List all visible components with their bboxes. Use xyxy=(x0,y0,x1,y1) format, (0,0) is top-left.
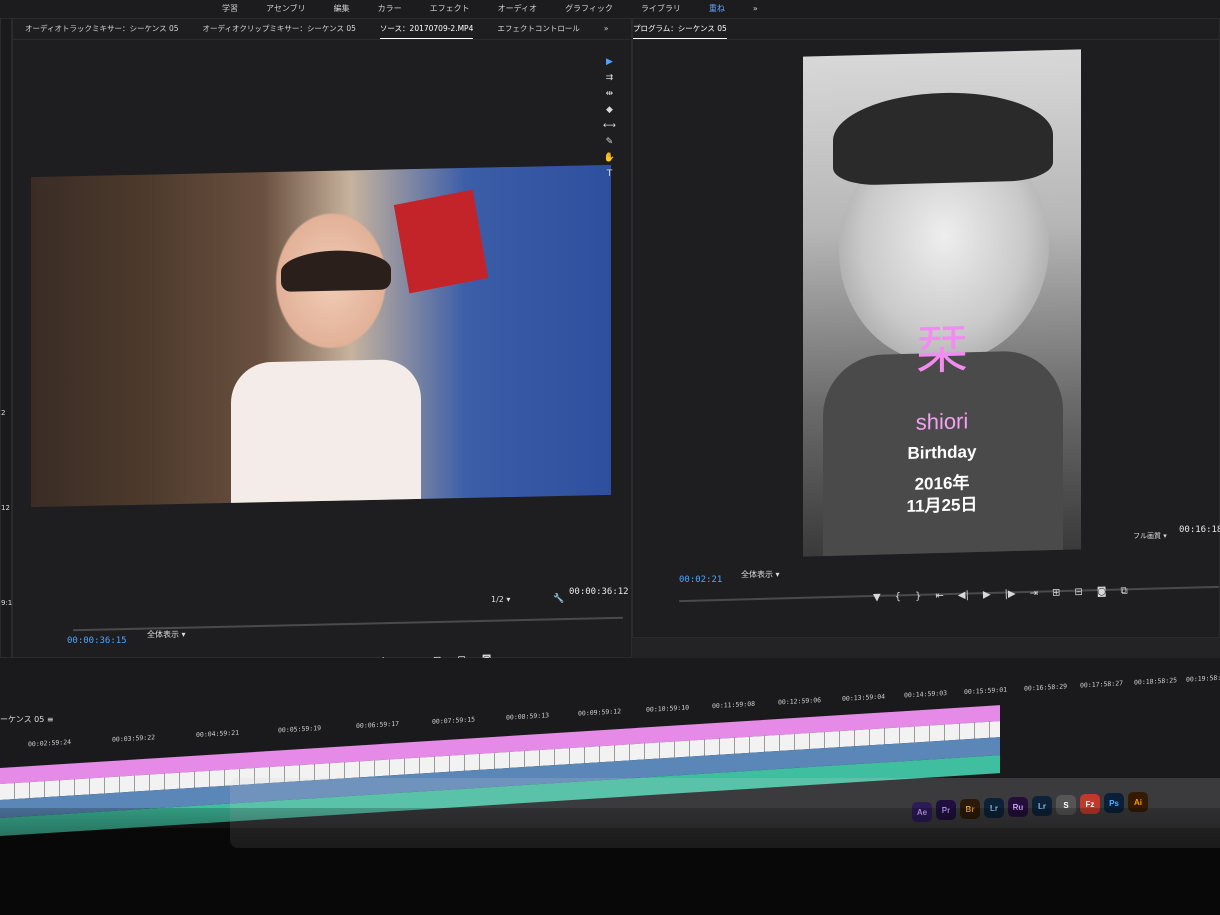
ripple-edit-tool-icon[interactable]: ⇹ xyxy=(606,89,614,99)
ruler-label: 00:17:58:27 xyxy=(1080,679,1124,690)
project-count: 12 xyxy=(1,504,10,512)
workspace-graphics[interactable]: グラフィック xyxy=(565,0,613,18)
workspace-learn[interactable]: 学習 xyxy=(222,0,238,18)
ruler-label: 00:18:58:25 xyxy=(1134,676,1178,687)
ruler-label: 00:16:58:29 xyxy=(1024,682,1068,693)
step-forward-icon[interactable]: |▶ xyxy=(1004,589,1015,600)
after-effects-icon[interactable]: Ae xyxy=(912,802,932,822)
extract-icon[interactable]: ⊟ xyxy=(1074,587,1083,598)
play-icon[interactable]: ▶ xyxy=(983,589,991,600)
panel-more-button[interactable]: » xyxy=(604,19,609,39)
go-to-in-icon[interactable]: ⇤ xyxy=(935,590,944,601)
program-duration-timecode: 00:16:18 xyxy=(1179,525,1220,535)
go-to-out-icon[interactable]: ⇥ xyxy=(1030,588,1039,599)
tools-panel: ▶ ⇉ ⇹ ◆ ⟷ ✎ ✋ T xyxy=(603,57,616,179)
program-resolution-select[interactable]: フル画質 ▾ xyxy=(1133,531,1167,541)
program-monitor-panel: プログラム：シーケンス 05 栞 shiori Birthday 2016年 1… xyxy=(632,18,1220,638)
add-marker-icon[interactable]: ▼ xyxy=(873,592,881,603)
illustrator-icon[interactable]: Ai xyxy=(1128,792,1148,812)
hand-tool-icon[interactable]: ✋ xyxy=(604,153,615,163)
source-zoom-select[interactable]: 全体表示 ▾ xyxy=(147,629,186,640)
track-select-tool-icon[interactable]: ⇉ xyxy=(606,73,614,83)
lift-icon[interactable]: ⊞ xyxy=(1052,587,1061,598)
workspace-assembly[interactable]: アセンブリ xyxy=(266,0,306,18)
tab-source[interactable]: ソース：20170709-2.MP4 xyxy=(379,19,474,39)
program-panel-tabs: プログラム：シーケンス 05 xyxy=(633,19,1219,40)
filezilla-icon[interactable]: Fz xyxy=(1080,794,1100,814)
source-current-timecode[interactable]: 00:00:36:15 xyxy=(67,636,127,646)
type-tool-icon[interactable]: T xyxy=(607,169,613,179)
red-object xyxy=(393,189,489,294)
lightroom-classic-icon[interactable]: Lr xyxy=(1032,796,1052,816)
workspace-libraries[interactable]: ライブラリ xyxy=(641,0,681,18)
tab-audio-track-mixer[interactable]: オーディオトラックミキサー：シーケンス 05 xyxy=(25,19,179,39)
workspace-effects[interactable]: エフェクト xyxy=(430,0,470,18)
source-monitor-panel: オーディオトラックミキサー：シーケンス 05 オーディオクリップミキサー：シーケ… xyxy=(12,18,632,671)
screen-photo: 学習 アセンブリ 編集 カラー エフェクト オーディオ グラフィック ライブラリ… xyxy=(0,0,1220,915)
tab-audio-clip-mixer[interactable]: オーディオクリップミキサー：シーケンス 05 xyxy=(203,19,356,39)
tab-program[interactable]: プログラム：シーケンス 05 xyxy=(633,19,727,39)
project-count: 2 xyxy=(1,409,6,417)
baby-hair-bw xyxy=(833,90,1053,186)
workspace-active[interactable]: 重ね xyxy=(709,0,725,18)
program-current-timecode[interactable]: 00:02:21 xyxy=(679,575,722,585)
ruler-label: 00:19:58:24 xyxy=(1186,673,1220,684)
photoshop-icon[interactable]: Ps xyxy=(1104,793,1124,813)
shapes-icon[interactable]: S xyxy=(1056,795,1076,815)
source-duration-timecode: 00:00:36:12 xyxy=(569,587,629,597)
slip-tool-icon[interactable]: ⟷ xyxy=(603,121,616,131)
mark-in-icon[interactable]: { xyxy=(895,592,902,603)
project-panel-edge: 2 12 9:15 xyxy=(0,18,17,658)
workspace-color[interactable]: カラー xyxy=(378,0,402,18)
macos-dock: Ae Pr Br Lr Ru Lr S Fz Ps Ai xyxy=(230,778,1220,848)
title-kanji: 栞 xyxy=(915,321,968,381)
selection-tool-icon[interactable]: ▶ xyxy=(606,57,613,67)
tab-effect-controls[interactable]: エフェクトコントロール xyxy=(497,19,580,39)
workspace-edit[interactable]: 編集 xyxy=(334,0,350,18)
mark-out-icon[interactable]: } xyxy=(915,591,922,602)
workspace-audio[interactable]: オーディオ xyxy=(498,0,537,18)
source-video-frame xyxy=(31,164,611,508)
premiere-icon[interactable]: Pr xyxy=(936,800,956,820)
rush-icon[interactable]: Ru xyxy=(1008,797,1028,817)
baby-dress xyxy=(231,358,421,508)
workspace-more-button[interactable]: » xyxy=(753,0,758,18)
source-settings-icon[interactable]: 🔧 xyxy=(553,594,564,604)
source-panel-tabs: オーディオトラックミキサー：シーケンス 05 オーディオクリップミキサー：シーケ… xyxy=(13,19,631,40)
premiere-window: 2 12 9:15 オーディオトラックミキサー：シーケンス 05 オーディオクリ… xyxy=(0,18,1220,836)
program-zoom-select[interactable]: 全体表示 ▾ xyxy=(741,569,780,580)
source-resolution-select[interactable]: 1/2 ▾ xyxy=(491,595,510,604)
pen-tool-icon[interactable]: ✎ xyxy=(606,137,614,147)
baby-hair xyxy=(281,249,391,292)
program-video-frame: 栞 shiori Birthday 2016年 11月25日 xyxy=(803,49,1081,557)
step-back-icon[interactable]: ◀| xyxy=(958,590,969,601)
workspace-bar: 学習 アセンブリ 編集 カラー エフェクト オーディオ グラフィック ライブラリ… xyxy=(0,0,1220,18)
lightroom-icon[interactable]: Lr xyxy=(984,798,1004,818)
razor-tool-icon[interactable]: ◆ xyxy=(606,105,613,115)
bridge-icon[interactable]: Br xyxy=(960,799,980,819)
